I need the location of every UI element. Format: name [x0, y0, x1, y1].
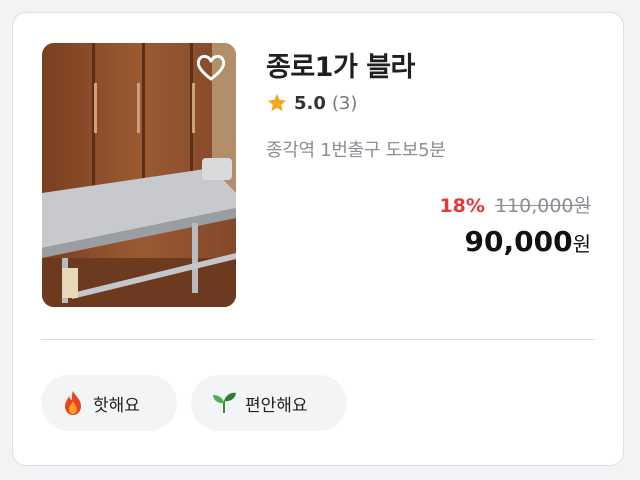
review-count: (3)	[331, 92, 358, 114]
sale-price: 90,000원	[465, 225, 591, 258]
discount-rate: 18%	[439, 195, 485, 217]
listing-card[interactable]: 종로1가 블라 5.0 (3) 종각역 1번출구 도보5분 18% 110,00…	[12, 12, 624, 466]
sale-price-value: 90,000	[464, 225, 573, 258]
tag-hot[interactable]: 핫해요	[41, 375, 177, 431]
divider	[41, 339, 595, 340]
favorite-button[interactable]	[194, 51, 228, 83]
location-text: 종각역 1번출구 도보5분	[266, 140, 446, 161]
tag-label: 핫해요	[93, 395, 140, 416]
discount-line: 18% 110,000원	[439, 191, 591, 218]
tag-label: 편안해요	[245, 395, 308, 416]
original-price: 110,000원	[494, 195, 591, 217]
leaf-icon	[213, 392, 236, 414]
price-unit: 원	[572, 232, 591, 256]
listing-photo[interactable]	[42, 43, 236, 307]
rating: 5.0 (3)	[266, 91, 357, 115]
tag-comfortable[interactable]: 편안해요	[191, 375, 347, 431]
heart-outline-icon	[196, 54, 226, 81]
fire-icon	[65, 391, 81, 415]
star-icon	[267, 93, 287, 112]
rating-score: 5.0	[294, 92, 326, 114]
listing-title[interactable]: 종로1가 블라	[266, 45, 415, 84]
